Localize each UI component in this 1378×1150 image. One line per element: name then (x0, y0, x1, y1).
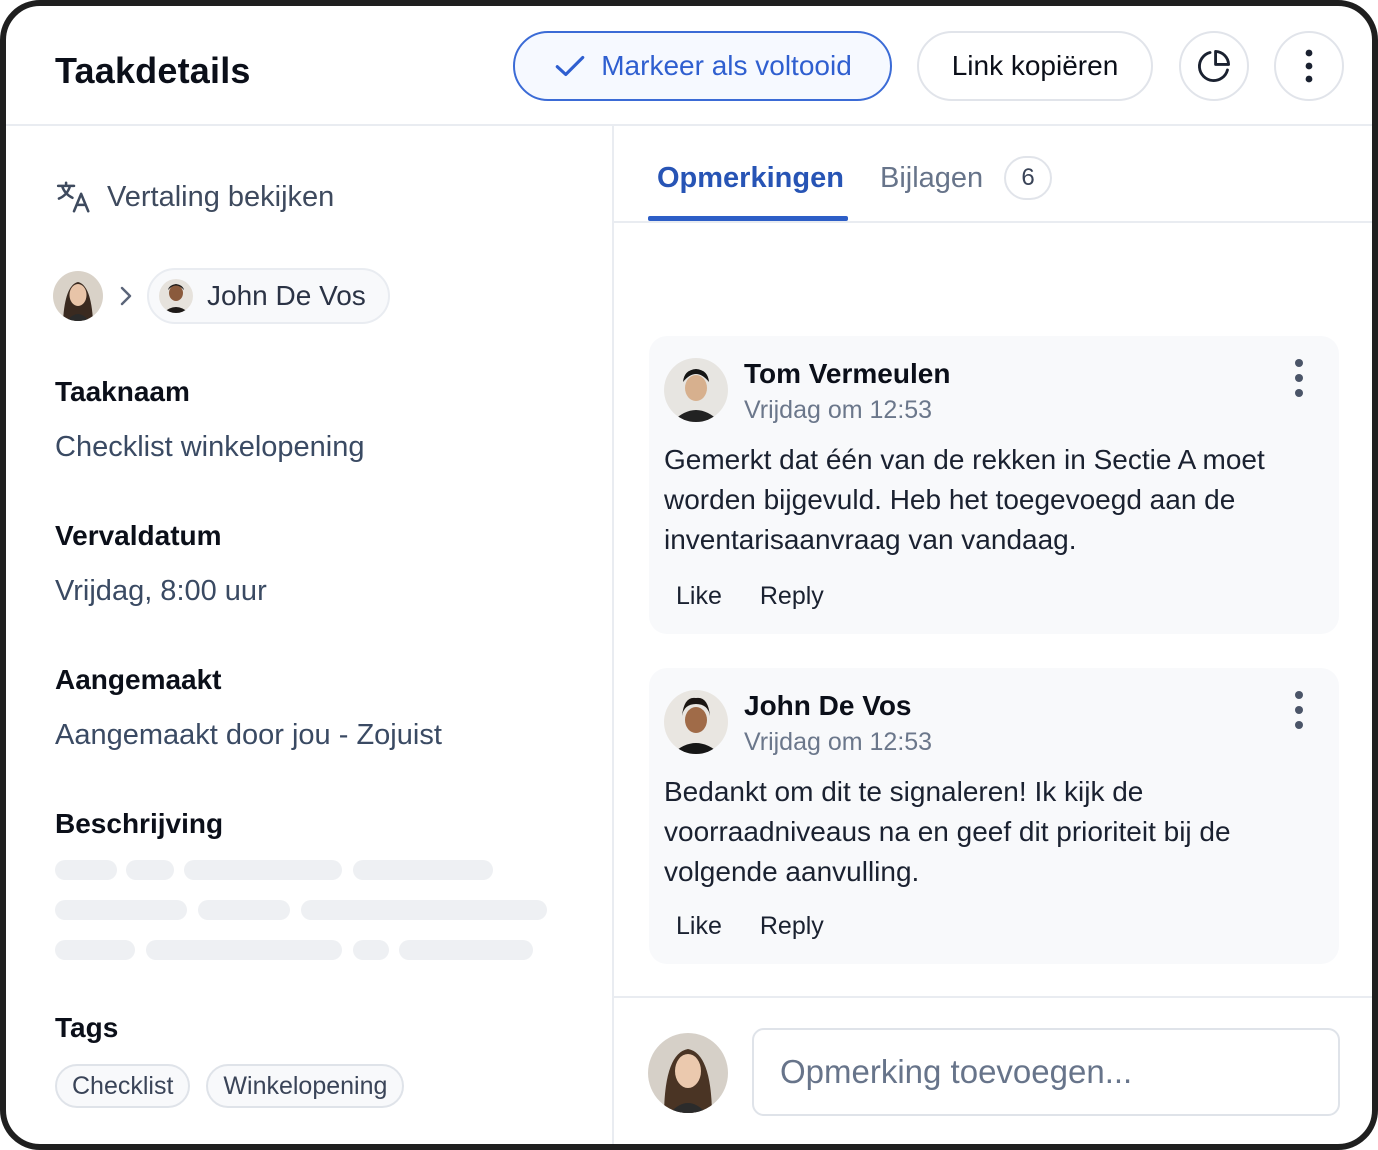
activity-panel: Opmerkingen Bijlagen 6 Tom Vermeulen Vri… (614, 126, 1372, 1144)
skeleton-line (399, 940, 533, 960)
chevron-right-icon (120, 286, 132, 306)
skeleton-line (146, 940, 342, 960)
header: Taakdetails Markeer als voltooid Link ko… (6, 6, 1372, 126)
like-button[interactable]: Like (676, 582, 722, 611)
comment-timestamp: Vrijdag om 12:53 (744, 396, 933, 424)
comment-author-avatar (664, 690, 728, 754)
progress-button[interactable] (1179, 31, 1249, 101)
created-label: Aangemaakt (55, 664, 222, 695)
skeleton-line (198, 900, 290, 920)
reply-button[interactable]: Reply (760, 582, 824, 611)
skeleton-line (353, 860, 493, 880)
comment-author: Tom Vermeulen (744, 358, 951, 389)
reply-button[interactable]: Reply (760, 912, 824, 941)
due-date-value: Vrijdag, 8:00 uur (55, 575, 267, 607)
tab-comments[interactable]: Opmerkingen (657, 162, 844, 195)
comment-menu-icon[interactable] (1289, 358, 1309, 398)
created-value: Aangemaakt door jou - Zojuist (55, 719, 442, 751)
tab-attachments[interactable]: Bijlagen (880, 162, 983, 195)
skeleton-line (126, 860, 174, 880)
skeleton-line (353, 940, 389, 960)
mark-complete-button[interactable]: Markeer als voltooid (513, 31, 892, 101)
mark-complete-label: Markeer als voltooid (601, 50, 852, 81)
tag-checklist[interactable]: Checklist (55, 1064, 191, 1108)
creator-avatar (53, 271, 103, 321)
comment-card: John De Vos Vrijdag om 12:53 Bedankt om … (649, 668, 1339, 964)
comment-author: John De Vos (744, 690, 912, 721)
copy-link-label: Link kopiëren (951, 50, 1119, 81)
more-options-button[interactable] (1274, 31, 1344, 101)
page-title: Taakdetails (55, 50, 251, 91)
active-tab-indicator (648, 216, 848, 221)
view-translation-link[interactable]: Vertaling bekijken (55, 178, 334, 216)
description-label: Beschrijving (55, 808, 224, 839)
skeleton-line (184, 860, 342, 880)
like-button[interactable]: Like (676, 912, 722, 941)
comment-timestamp: Vrijdag om 12:53 (744, 728, 933, 756)
translate-icon (56, 181, 90, 213)
pie-chart-icon (1198, 50, 1230, 82)
comment-text: Bedankt om dit te signaleren! Ik kijk de… (664, 776, 1231, 887)
skeleton-line (55, 860, 117, 880)
check-icon (555, 55, 585, 77)
comment-composer (614, 996, 1372, 1144)
tag-list: Checklist Winkelopening (55, 1064, 405, 1108)
comment-actions: Like Reply (676, 912, 824, 941)
task-info-panel: Vertaling bekijken John De Vos Taaknaam … (6, 126, 614, 1144)
assignment-row: John De Vos (53, 268, 390, 324)
due-date-label: Vervaldatum (55, 520, 222, 551)
comment-card: Tom Vermeulen Vrijdag om 12:53 Gemerkt d… (649, 336, 1339, 634)
tags-label: Tags (55, 1012, 119, 1043)
task-details-window: Taakdetails Markeer als voltooid Link ko… (0, 0, 1378, 1150)
skeleton-line (55, 900, 187, 920)
assignee-chip[interactable]: John De Vos (147, 268, 390, 324)
skeleton-line (301, 900, 547, 920)
current-user-avatar (648, 1033, 728, 1113)
comment-text: Gemerkt dat één van de rekken in Sectie … (664, 444, 1265, 555)
assignee-avatar (159, 279, 193, 313)
view-translation-label: Vertaling bekijken (107, 180, 335, 213)
comment-author-avatar (664, 358, 728, 422)
comment-input[interactable] (752, 1028, 1340, 1116)
tag-winkelopening[interactable]: Winkelopening (206, 1064, 405, 1108)
comment-actions: Like Reply (676, 582, 824, 611)
task-name-value: Checklist winkelopening (55, 431, 365, 463)
task-name-label: Taaknaam (55, 376, 190, 407)
copy-link-button[interactable]: Link kopiëren (917, 31, 1153, 101)
attachments-count-badge: 6 (1004, 156, 1052, 200)
assignee-name: John De Vos (207, 280, 366, 311)
skeleton-line (55, 940, 135, 960)
comment-menu-icon[interactable] (1289, 690, 1309, 730)
tab-bar: Opmerkingen Bijlagen 6 (614, 126, 1372, 223)
vertical-dots-icon (1305, 49, 1313, 83)
